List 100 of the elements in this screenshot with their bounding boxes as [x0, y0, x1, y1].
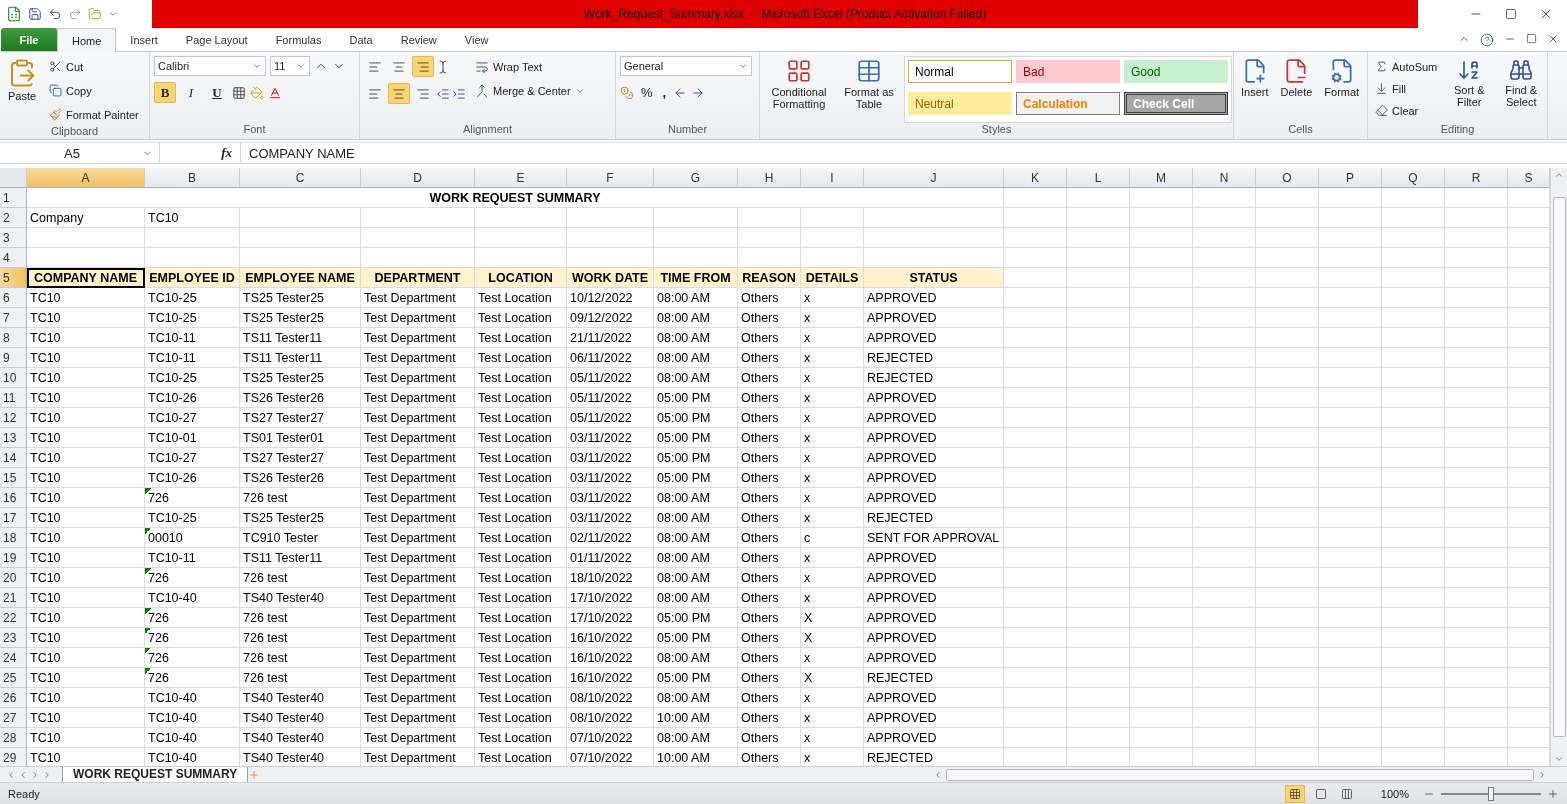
- scroll-thumb[interactable]: [1552, 197, 1566, 737]
- row-header[interactable]: 11: [0, 388, 27, 408]
- row-header[interactable]: 28: [0, 728, 27, 748]
- column-header[interactable]: K: [1004, 168, 1067, 188]
- merge-center-button[interactable]: Merge & Center: [472, 80, 588, 101]
- comma-button[interactable]: ,: [659, 82, 670, 103]
- ribbon-tab[interactable]: File: [1, 28, 57, 51]
- cell-style-option[interactable]: Bad: [1016, 60, 1120, 83]
- row-header[interactable]: 10: [0, 368, 27, 388]
- row-header[interactable]: 26: [0, 688, 27, 708]
- error-indicator-icon[interactable]: [145, 568, 151, 574]
- ribbon-tab[interactable]: Insert: [116, 28, 172, 51]
- column-header[interactable]: Q: [1382, 168, 1445, 188]
- column-header[interactable]: C: [240, 168, 361, 188]
- error-indicator-icon[interactable]: [145, 668, 151, 674]
- error-indicator-icon[interactable]: [145, 608, 151, 614]
- italic-button[interactable]: I: [180, 82, 202, 103]
- format-as-table-button[interactable]: Format as Table: [840, 56, 898, 123]
- column-header[interactable]: A: [27, 168, 145, 188]
- name-box[interactable]: A5: [0, 143, 160, 163]
- sheet-tab[interactable]: WORK REQUEST SUMMARY: [62, 766, 249, 783]
- scroll-thumb[interactable]: [946, 768, 1534, 781]
- autosum-button[interactable]: AutoSum: [1372, 56, 1441, 77]
- row-header[interactable]: 23: [0, 628, 27, 648]
- copy-button[interactable]: Copy: [46, 80, 142, 101]
- wrap-text-button[interactable]: Wrap Text: [472, 56, 588, 77]
- row-header[interactable]: 29: [0, 748, 27, 766]
- column-header[interactable]: L: [1067, 168, 1130, 188]
- ribbon-tab[interactable]: Review: [386, 28, 451, 51]
- row-header[interactable]: 17: [0, 508, 27, 528]
- error-indicator-icon[interactable]: [145, 488, 151, 494]
- column-header[interactable]: S: [1508, 168, 1550, 188]
- row-header[interactable]: 2: [0, 208, 27, 228]
- error-indicator-icon[interactable]: [145, 528, 151, 534]
- column-header[interactable]: E: [475, 168, 567, 188]
- row-header[interactable]: 20: [0, 568, 27, 588]
- column-header[interactable]: O: [1256, 168, 1319, 188]
- row-header[interactable]: 22: [0, 608, 27, 628]
- underline-button[interactable]: U: [206, 82, 228, 103]
- ribbon-tab[interactable]: Page Layout: [171, 28, 262, 51]
- number-format-field[interactable]: General: [620, 56, 752, 76]
- align-center-button[interactable]: [388, 83, 410, 104]
- row-header[interactable]: 6: [0, 288, 27, 308]
- column-header[interactable]: G: [654, 168, 738, 188]
- find-select-button[interactable]: Find & Select: [1498, 56, 1545, 123]
- ribbon-tab[interactable]: Data: [335, 28, 387, 51]
- column-header[interactable]: H: [738, 168, 801, 188]
- error-indicator-icon[interactable]: [145, 628, 151, 634]
- slider-thumb[interactable]: [1488, 786, 1494, 801]
- clear-button[interactable]: Clear: [1372, 100, 1441, 121]
- row-header[interactable]: 14: [0, 448, 27, 468]
- row-header[interactable]: 13: [0, 428, 27, 448]
- column-header[interactable]: B: [145, 168, 240, 188]
- row-header[interactable]: 5: [0, 268, 27, 288]
- align-bottom-button[interactable]: [412, 56, 434, 77]
- row-header[interactable]: 25: [0, 668, 27, 688]
- ribbon-tab[interactable]: Formulas: [261, 28, 336, 51]
- row-header[interactable]: 15: [0, 468, 27, 488]
- vertical-scrollbar[interactable]: [1550, 168, 1567, 766]
- row-header[interactable]: 24: [0, 648, 27, 668]
- formula-field[interactable]: COMPANY NAME: [240, 143, 1567, 163]
- error-indicator-icon[interactable]: [145, 648, 151, 654]
- sort-filter-button[interactable]: Sort & Filter: [1446, 56, 1493, 123]
- row-header[interactable]: 12: [0, 408, 27, 428]
- delete-button[interactable]: Delete: [1277, 56, 1316, 123]
- column-header[interactable]: N: [1193, 168, 1256, 188]
- format-painter-button[interactable]: Format Painter: [46, 104, 142, 125]
- font-name-field[interactable]: Calibri: [154, 56, 266, 76]
- row-header[interactable]: 3: [0, 228, 27, 248]
- row-header[interactable]: 19: [0, 548, 27, 568]
- column-header[interactable]: M: [1130, 168, 1193, 188]
- view-button[interactable]: [1284, 784, 1305, 803]
- bold-button[interactable]: B: [154, 82, 176, 103]
- cell-style-option[interactable]: Normal: [908, 60, 1012, 83]
- insert-button[interactable]: Insert: [1238, 56, 1272, 123]
- column-header[interactable]: P: [1319, 168, 1382, 188]
- row-header[interactable]: 9: [0, 348, 27, 368]
- row-header[interactable]: 8: [0, 328, 27, 348]
- ribbon-tab[interactable]: Home: [57, 28, 117, 52]
- row-header[interactable]: 18: [0, 528, 27, 548]
- row-header[interactable]: 7: [0, 308, 27, 328]
- column-header[interactable]: F: [567, 168, 654, 188]
- conditional-formatting-button[interactable]: Conditional Formatting: [764, 56, 834, 123]
- cell-style-option[interactable]: Good: [1124, 60, 1228, 83]
- row-header[interactable]: 4: [0, 248, 27, 268]
- ribbon-tab[interactable]: View: [450, 28, 503, 51]
- row-header[interactable]: 16: [0, 488, 27, 508]
- row-header[interactable]: 1: [0, 188, 27, 208]
- percent-button[interactable]: %: [638, 82, 656, 103]
- cut-button[interactable]: Cut: [46, 56, 142, 77]
- format-button[interactable]: Format: [1321, 56, 1363, 123]
- row-header[interactable]: 27: [0, 708, 27, 728]
- font-size-field[interactable]: 11: [270, 56, 310, 76]
- column-header[interactable]: J: [864, 168, 1004, 188]
- column-header[interactable]: I: [801, 168, 864, 188]
- column-header[interactable]: D: [361, 168, 475, 188]
- cell-style-option[interactable]: Neutral: [908, 92, 1012, 115]
- row-header[interactable]: 21: [0, 588, 27, 608]
- fill-button[interactable]: Fill: [1372, 78, 1441, 99]
- column-header[interactable]: R: [1445, 168, 1508, 188]
